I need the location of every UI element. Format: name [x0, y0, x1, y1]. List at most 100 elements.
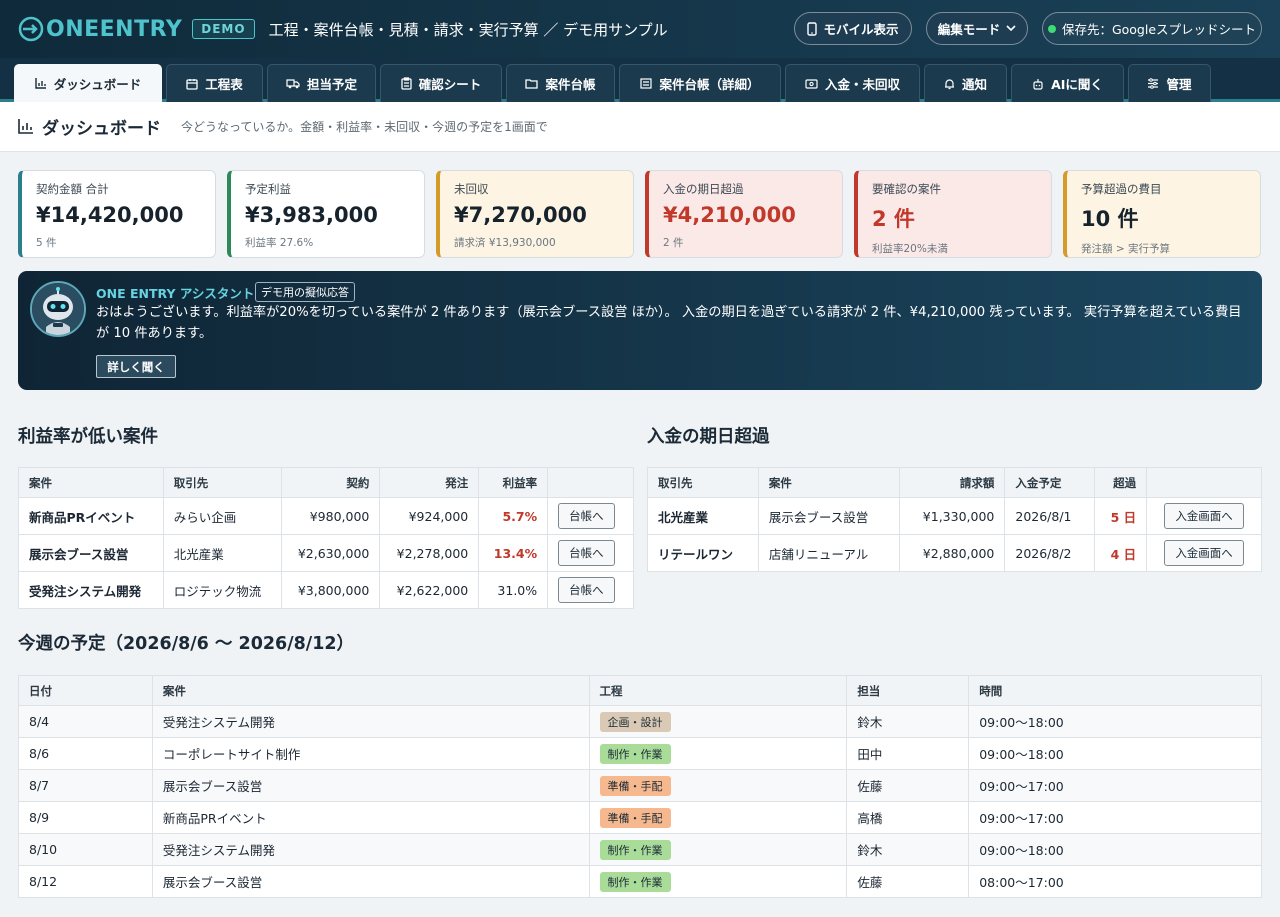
table-header-row: 案件 取引先 契約 発注 利益率 [18, 467, 634, 498]
cell-contract: ¥980,000 [280, 497, 381, 535]
cell-time: 08:00〜17:00 [968, 865, 1262, 898]
kpi-card-uncollected: 未回収 ¥7,270,000 請求済 ¥13,930,000 [436, 170, 634, 258]
cell-date: 8/7 [18, 769, 153, 802]
open-payment-button[interactable]: 入金画面へ [1164, 540, 1244, 566]
cell-project: 展示会ブース設営 [18, 534, 164, 572]
ask-more-button[interactable]: 詳しく聞く [96, 355, 176, 378]
money-icon [805, 78, 818, 89]
kpi-value: ¥3,983,000 [245, 203, 378, 227]
phase-badge: 制作・作業 [599, 871, 671, 892]
open-ledger-button[interactable]: 台帳へ [558, 577, 615, 603]
chevron-down-icon [1006, 25, 1016, 32]
low-margin-title: 利益率が低い案件 [18, 427, 158, 447]
col-header: 工程 [588, 675, 848, 706]
mobile-view-button[interactable]: モバイル表示 [794, 12, 912, 45]
col-header: 日付 [18, 675, 153, 706]
tab-assignments[interactable]: 担当予定 [267, 64, 376, 102]
tab-notifications[interactable]: 通知 [924, 64, 1007, 102]
bar-chart-icon [18, 119, 33, 134]
table-row[interactable]: 8/10 受発注システム開発 制作・作業 鈴木 09:00〜18:00 [18, 833, 1262, 866]
col-header: 超過 [1094, 467, 1148, 498]
cell-margin: 31.0% [478, 571, 549, 609]
table-row[interactable]: 8/9 新商品PRイベント 準備・手配 高橋 09:00〜17:00 [18, 801, 1262, 834]
tab-label: 担当予定 [306, 77, 357, 92]
week-title: 今週の予定（2026/8/6 〜 2026/8/12） [18, 634, 355, 654]
app-title: 工程・案件台帳・見積・請求・実行予算 ／ デモ用サンプル [268, 20, 668, 39]
kpi-card-planned-profit: 予定利益 ¥3,983,000 利益率 27.6% [227, 170, 425, 258]
calendar-icon [186, 78, 198, 90]
kpi-note: 請求済 ¥13,930,000 [454, 237, 556, 249]
kpi-value: ¥14,420,000 [36, 203, 184, 227]
cell-owner: 鈴木 [846, 833, 970, 866]
save-target-label: 保存先：Googleスプレッドシート [1061, 22, 1257, 37]
logo-arrow-icon [18, 16, 44, 42]
page-header: ダッシュボード 今どうなっているか。金額・利益率・未回収・今週の予定を1画面で [0, 102, 1280, 152]
assistant-tag: デモ用の擬似応答 [255, 282, 355, 302]
tab-label: ダッシュボード [53, 77, 142, 92]
tab-ask-ai[interactable]: AIに聞く [1011, 64, 1124, 102]
tab-ledger[interactable]: 案件台帳 [506, 64, 615, 102]
cell-order: ¥2,622,000 [379, 571, 480, 609]
cell-project: 新商品PRイベント [18, 497, 164, 535]
tab-check-sheet[interactable]: 確認シート [380, 64, 502, 102]
table-row[interactable]: 8/6 コーポレートサイト制作 制作・作業 田中 09:00〜18:00 [18, 737, 1262, 770]
tab-label: 案件台帳（詳細） [659, 77, 760, 92]
cell-time: 09:00〜17:00 [968, 801, 1262, 834]
assistant-message: おはようございます。利益率が20%を切っている案件が 2 件あります（展示会ブー… [96, 305, 1242, 341]
open-ledger-button[interactable]: 台帳へ [558, 503, 615, 529]
assistant-name: ONE ENTRY アシスタント [96, 286, 255, 301]
cell-owner: 高橋 [846, 801, 970, 834]
cell-client: 北光産業 [162, 534, 282, 572]
tab-label: AIに聞く [1051, 77, 1103, 92]
kpi-note: 2 件 [663, 237, 684, 249]
col-header: 案件 [151, 675, 590, 706]
cell-contract: ¥2,630,000 [280, 534, 381, 572]
cell-order: ¥2,278,000 [379, 534, 480, 572]
mode-select[interactable]: 編集モード [926, 12, 1028, 45]
tab-ledger-detail[interactable]: 案件台帳（詳細） [619, 64, 781, 102]
cell-phase: 制作・作業 [588, 833, 848, 866]
col-header [1146, 467, 1262, 498]
bar-chart-icon [35, 78, 46, 89]
cell-phase: 準備・手配 [588, 801, 848, 834]
kpi-label: 未回収 [454, 182, 489, 196]
cell-phase: 準備・手配 [588, 769, 848, 802]
phase-badge: 制作・作業 [599, 839, 671, 860]
cell-action: 入金画面へ [1146, 534, 1262, 572]
tab-bar: ダッシュボード 工程表 担当予定 確認シート 案件台帳 案件台帳（詳細） 入金・… [0, 58, 1280, 102]
overdue-table: 取引先 案件 請求額 入金予定 超過 北光産業 展示会ブース設営 ¥1,330,… [647, 467, 1262, 572]
folder-icon [525, 79, 539, 89]
open-payment-button[interactable]: 入金画面へ [1164, 503, 1244, 529]
cell-project: 受発注システム開発 [151, 705, 590, 738]
tab-label: 案件台帳 [545, 77, 596, 92]
table-row: 展示会ブース設営 北光産業 ¥2,630,000 ¥2,278,000 13.4… [18, 534, 634, 572]
cell-date: 8/4 [18, 705, 153, 738]
tab-dashboard[interactable]: ダッシュボード [14, 64, 162, 102]
cell-margin: 13.4% [478, 534, 549, 572]
mode-select-value: 編集モード [937, 22, 1001, 37]
cell-action: 台帳へ [547, 571, 634, 609]
open-ledger-button[interactable]: 台帳へ [558, 540, 615, 566]
kpi-label: 予算超過の費目 [1081, 182, 1162, 196]
cell-project: 展示会ブース設営 [757, 497, 900, 535]
tab-payments[interactable]: 入金・未回収 [785, 64, 920, 102]
cell-date: 8/12 [18, 865, 153, 898]
cell-project: 展示会ブース設営 [151, 865, 590, 898]
demo-badge: DEMO [192, 19, 255, 39]
save-target-indicator[interactable]: 保存先：Googleスプレッドシート [1042, 12, 1262, 45]
tab-label: 通知 [961, 77, 987, 92]
col-header: 入金予定 [1004, 467, 1096, 498]
app-logo[interactable]: ONEENTRY [18, 14, 182, 44]
kpi-value: 2 件 [872, 207, 915, 231]
cell-project: 店舗リニューアル [757, 534, 900, 572]
table-row[interactable]: 8/4 受発注システム開発 企画・設計 鈴木 09:00〜18:00 [18, 705, 1262, 738]
top-header: ONEENTRY DEMO 工程・案件台帳・見積・請求・実行予算 ／ デモ用サン… [0, 0, 1280, 58]
col-header: 利益率 [478, 467, 549, 498]
phase-badge: 準備・手配 [599, 807, 671, 828]
tab-admin[interactable]: 管理 [1128, 64, 1211, 102]
table-row[interactable]: 8/7 展示会ブース設営 準備・手配 佐藤 09:00〜17:00 [18, 769, 1262, 802]
table-row[interactable]: 8/12 展示会ブース設営 制作・作業 佐藤 08:00〜17:00 [18, 865, 1262, 898]
col-header: 取引先 [162, 467, 282, 498]
list-icon [640, 78, 653, 89]
tab-schedule[interactable]: 工程表 [166, 64, 263, 102]
